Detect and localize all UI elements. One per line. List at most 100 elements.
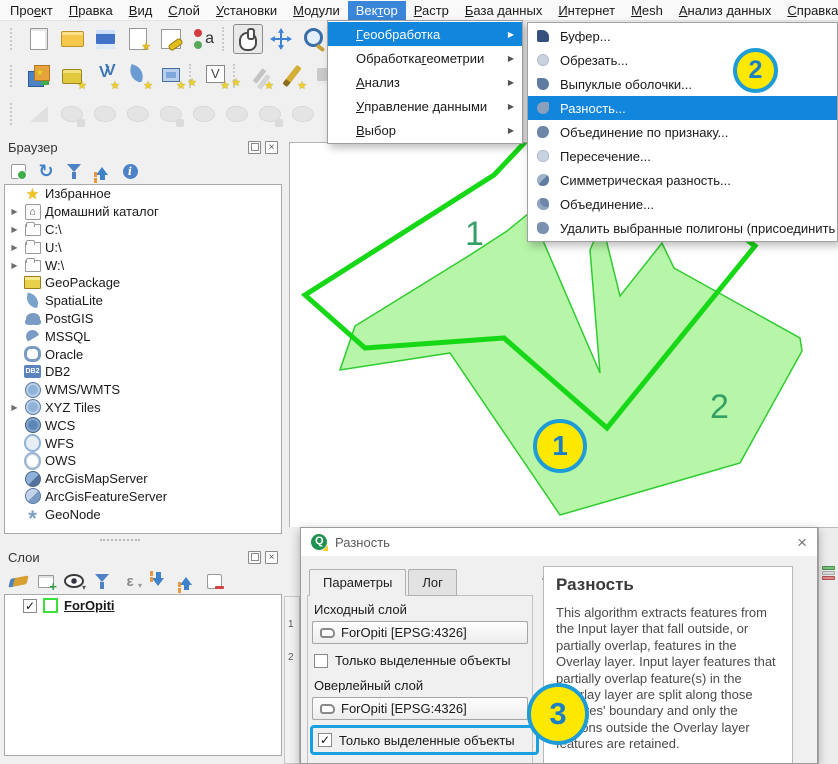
menubar-item[interactable]: Модули bbox=[285, 1, 348, 20]
current-edits-icon[interactable] bbox=[244, 61, 274, 91]
vector-menu-item[interactable]: Геообработка bbox=[328, 22, 522, 46]
panel-float-icon[interactable] bbox=[248, 141, 261, 154]
overlay-layer-combo[interactable]: ForOpiti [EPSG:4326] bbox=[312, 697, 528, 720]
vector-menu-item[interactable]: Выбор bbox=[328, 118, 522, 142]
vector-menu: ГеообработкаОбработка геометрииАнализУпр… bbox=[327, 20, 523, 144]
zoom-in-icon[interactable] bbox=[299, 24, 329, 54]
save-project-icon[interactable] bbox=[90, 24, 120, 54]
selected-only-row-2-highlighted[interactable]: Только выделенные объекты bbox=[310, 725, 539, 755]
expand-all-icon[interactable] bbox=[146, 569, 170, 593]
browser-item[interactable]: ▶ Домашний каталог bbox=[5, 203, 281, 221]
geoprocessing-menu-item[interactable]: Удалить выбранные полигоны (присоединить… bbox=[528, 216, 837, 240]
geoprocessing-menu-item[interactable]: Объединение по признаку... bbox=[528, 120, 837, 144]
geoprocessing-menu-item[interactable]: Буфер... bbox=[528, 24, 837, 48]
browser-item[interactable]: WFS bbox=[5, 434, 281, 452]
dialog-tab[interactable]: Лог bbox=[408, 569, 457, 596]
browser-item[interactable]: WMS/WMTS bbox=[5, 381, 281, 399]
selected-only-checkbox-1[interactable] bbox=[314, 654, 328, 668]
simplify-feature-icon bbox=[123, 99, 153, 129]
menubar-item[interactable]: Вид bbox=[121, 1, 161, 20]
refresh-icon[interactable] bbox=[34, 159, 58, 183]
browser-item[interactable]: GeoNode bbox=[5, 505, 281, 523]
geoprocessing-menu-item[interactable]: Выпуклые оболочки... bbox=[528, 72, 837, 96]
new-project-icon[interactable] bbox=[24, 24, 54, 54]
layer-row[interactable]: ForOpiti bbox=[5, 595, 281, 615]
menubar-item-label: Век bbox=[356, 3, 378, 18]
source-layer-combo[interactable]: ForOpiti [EPSG:4326] bbox=[312, 621, 528, 644]
new-print-layout-icon[interactable] bbox=[123, 24, 153, 54]
geoprocessing-menu-item[interactable]: Разность... bbox=[528, 96, 837, 120]
convex-hull-icon bbox=[535, 76, 551, 92]
menubar-item[interactable]: База данных bbox=[457, 1, 550, 20]
browser-item[interactable]: GeoPackage bbox=[5, 274, 281, 292]
panel-splitter[interactable] bbox=[100, 539, 140, 541]
menubar-item[interactable]: Mesh bbox=[623, 1, 671, 20]
rotate-feature-icon bbox=[90, 99, 120, 129]
menubar-item[interactable]: Справка bbox=[779, 1, 838, 20]
menubar-item[interactable]: Установки bbox=[208, 1, 285, 20]
add-favorite-icon[interactable] bbox=[6, 159, 30, 183]
collapse-tree-icon[interactable] bbox=[90, 159, 114, 183]
add-group-icon[interactable] bbox=[34, 569, 58, 593]
collapse-all-icon[interactable] bbox=[174, 569, 198, 593]
style-manager-icon[interactable] bbox=[189, 24, 219, 54]
layout-manager-icon[interactable] bbox=[156, 24, 186, 54]
new-virtual-layer-icon[interactable] bbox=[200, 61, 230, 91]
dialog-tab[interactable]: Параметры bbox=[309, 569, 406, 596]
new-shapefile-layer-icon[interactable] bbox=[90, 61, 120, 91]
zoom-full-icon[interactable] bbox=[266, 24, 296, 54]
vector-menu-item[interactable]: Управление данными bbox=[328, 94, 522, 118]
new-geopackage-layer-icon[interactable] bbox=[57, 61, 87, 91]
browser-item[interactable]: ▶ U:\ bbox=[5, 238, 281, 256]
selected-only-row-1[interactable]: Только выделенные объекты bbox=[314, 653, 528, 668]
browser-item[interactable]: PostGIS bbox=[5, 310, 281, 328]
open-layer-styling-icon[interactable] bbox=[6, 569, 30, 593]
panel-close-icon[interactable]: × bbox=[265, 141, 278, 154]
geoprocessing-menu-item[interactable]: Пересечение... bbox=[528, 144, 837, 168]
geoprocessing-menu-item[interactable]: Симметрическая разность... bbox=[528, 168, 837, 192]
panel-float-icon[interactable] bbox=[248, 551, 261, 564]
filter-legend-icon[interactable] bbox=[90, 569, 114, 593]
open-project-icon[interactable] bbox=[57, 24, 87, 54]
new-spatialite-layer-icon[interactable] bbox=[123, 61, 153, 91]
menubar-item[interactable]: Слой bbox=[160, 1, 208, 20]
vector-menu-item[interactable]: Анализ bbox=[328, 70, 522, 94]
browser-item[interactable]: OWS bbox=[5, 452, 281, 470]
menu-item-label: Пересечение... bbox=[560, 149, 651, 164]
menubar-item[interactable]: Растр bbox=[406, 1, 457, 20]
browser-item[interactable]: Избранное bbox=[5, 185, 281, 203]
menubar-item[interactable]: Вектор bbox=[348, 1, 406, 20]
geoprocessing-menu-item[interactable]: Объединение... bbox=[528, 192, 837, 216]
browser-item[interactable]: Oracle bbox=[5, 345, 281, 363]
dialog-close-icon[interactable]: × bbox=[797, 534, 807, 551]
remove-layer-icon[interactable] bbox=[202, 569, 226, 593]
browser-item[interactable]: ArcGisMapServer bbox=[5, 470, 281, 488]
selected-only-checkbox-2[interactable] bbox=[318, 733, 332, 747]
manage-visibility-icon[interactable] bbox=[62, 569, 86, 593]
filter-browser-icon[interactable] bbox=[62, 159, 86, 183]
dialog-titlebar[interactable]: Разность × bbox=[301, 528, 817, 556]
browser-item[interactable]: ▶ C:\ bbox=[5, 221, 281, 239]
toggle-editing-icon[interactable] bbox=[277, 61, 307, 91]
layer-visibility-checkbox[interactable] bbox=[23, 599, 37, 613]
browser-item[interactable]: DB2 bbox=[5, 363, 281, 381]
browser-item[interactable]: ArcGisFeatureServer bbox=[5, 488, 281, 506]
geoprocessing-menu-item[interactable]: Обрезать... bbox=[528, 48, 837, 72]
menubar-item[interactable]: Проект bbox=[2, 1, 61, 20]
new-mesh-layer-icon[interactable] bbox=[156, 61, 186, 91]
browser-item[interactable]: WCS bbox=[5, 416, 281, 434]
menubar-item[interactable]: Интернет bbox=[550, 1, 623, 20]
panel-close-icon[interactable]: × bbox=[265, 551, 278, 564]
browser-item-label: OWS bbox=[45, 453, 76, 468]
pan-map-icon[interactable] bbox=[233, 24, 263, 54]
browser-item[interactable]: MSSQL bbox=[5, 327, 281, 345]
data-source-manager-icon[interactable] bbox=[24, 61, 54, 91]
vector-menu-item[interactable]: Обработка геометрии bbox=[328, 46, 522, 70]
browser-item[interactable]: ▶ XYZ Tiles bbox=[5, 399, 281, 417]
properties-info-icon[interactable] bbox=[118, 159, 142, 183]
browser-item[interactable]: SpatiaLite bbox=[5, 292, 281, 310]
menubar-item[interactable]: Правка bbox=[61, 1, 121, 20]
filter-expression-icon[interactable] bbox=[118, 569, 142, 593]
menubar-item[interactable]: Анализ данных bbox=[671, 1, 780, 20]
browser-item[interactable]: ▶ W:\ bbox=[5, 256, 281, 274]
